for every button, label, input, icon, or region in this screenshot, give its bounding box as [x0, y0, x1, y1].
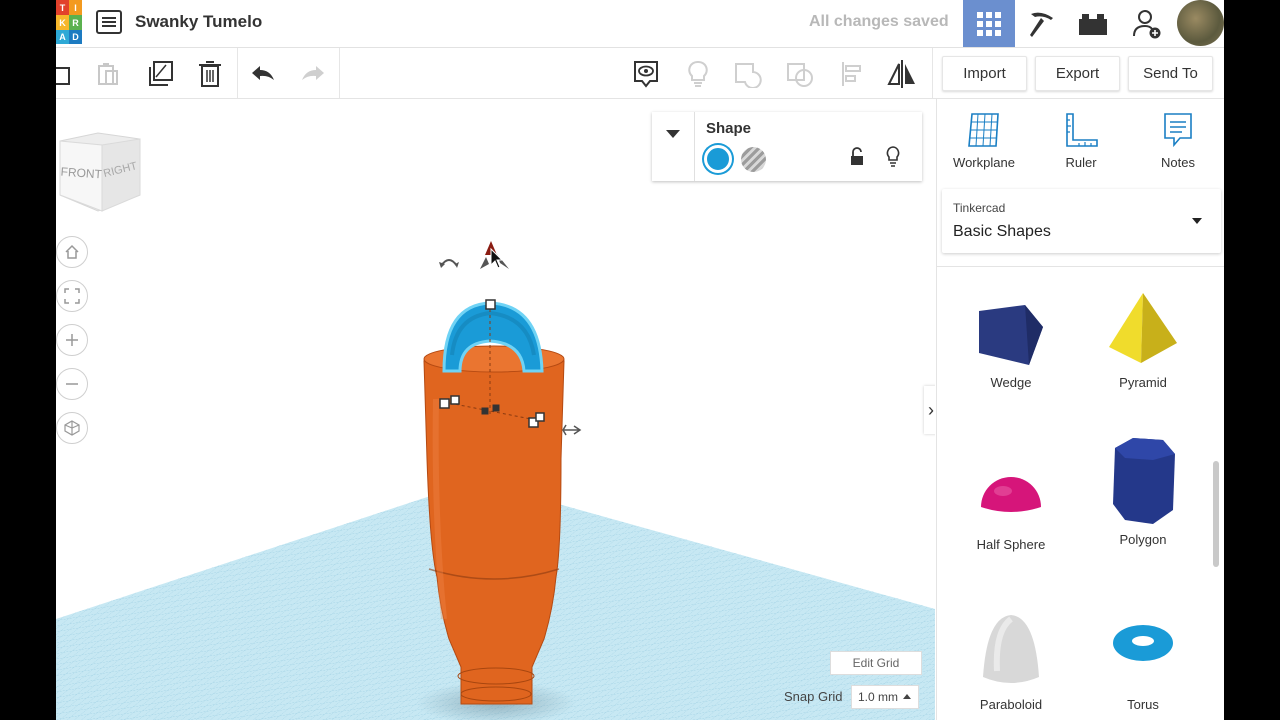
shape-label: Paraboloid: [979, 697, 1043, 712]
viewcube-front-label[interactable]: FRONT: [60, 165, 103, 182]
polygon-icon: [1113, 438, 1175, 524]
logo-letter: R: [69, 15, 82, 30]
ruler-icon: [1066, 113, 1098, 147]
mirror-icon[interactable]: [884, 56, 920, 92]
design-title[interactable]: Swanky Tumelo: [135, 12, 262, 32]
shape-inspector-title: Shape: [706, 120, 752, 137]
edit-toolbar: Import Export Send To: [56, 48, 1224, 99]
shape-label: Torus: [1127, 697, 1159, 712]
ruler-button[interactable]: Ruler: [1041, 111, 1121, 170]
wedge-icon: [979, 305, 1043, 365]
lock-icon[interactable]: [850, 147, 864, 167]
chevron-down-icon: [1192, 218, 1202, 224]
duplicate-icon[interactable]: [142, 56, 178, 92]
shape-wedge[interactable]: Wedge: [946, 289, 1076, 390]
shape-polygon[interactable]: Polygon: [1078, 434, 1208, 547]
library-name: Basic Shapes: [953, 223, 1051, 240]
tinkercad-app: T I K R A D Swanky Tumelo All changes sa…: [56, 0, 1224, 720]
notes-label: Notes: [1161, 155, 1195, 170]
design-list-button[interactable]: [96, 10, 122, 34]
ungroup-icon[interactable]: [782, 56, 818, 92]
copy-icon[interactable]: [56, 56, 80, 92]
shape-label: Polygon: [1119, 532, 1167, 547]
logo-letter: A: [56, 30, 69, 44]
shape-library-select[interactable]: Tinkercad Basic Shapes: [942, 189, 1221, 253]
show-hide-icon[interactable]: [628, 56, 664, 92]
fit-view-icon[interactable]: [56, 280, 88, 312]
shape-inspector: Shape: [652, 112, 922, 181]
zoom-out-icon[interactable]: [56, 368, 88, 400]
workplane-grid[interactable]: [56, 99, 935, 720]
group-icon[interactable]: [730, 56, 766, 92]
undo-icon[interactable]: [245, 56, 281, 92]
collapse-inspector-icon[interactable]: [666, 130, 680, 138]
paraboloid-icon: [983, 615, 1039, 683]
zoom-in-icon[interactable]: [56, 324, 88, 356]
delete-icon[interactable]: [192, 56, 228, 92]
snap-grid-value: 1.0 mm: [858, 690, 899, 704]
shape-paraboloid[interactable]: Paraboloid: [946, 611, 1076, 712]
shape-half-sphere[interactable]: Half Sphere: [946, 451, 1076, 552]
perspective-icon[interactable]: [56, 412, 88, 444]
logo-letter: D: [69, 30, 82, 44]
shape-torus[interactable]: Torus: [1078, 611, 1208, 712]
logo-letter: I: [69, 0, 82, 15]
solid-color-swatch[interactable]: [704, 145, 732, 173]
workplane-icon: [968, 113, 999, 147]
scale-arrow-icon[interactable]: [562, 424, 582, 436]
add-user-icon[interactable]: [1121, 0, 1173, 47]
view-cube[interactable]: FRONT RIGHT: [58, 131, 142, 217]
logo-letter: K: [56, 15, 69, 30]
pyramid-icon: [1109, 293, 1177, 363]
lightbulb-icon[interactable]: [680, 56, 716, 92]
notes-icon: [1164, 113, 1192, 148]
top-bar: T I K R A D Swanky Tumelo All changes sa…: [56, 0, 1224, 48]
panel-scrollbar[interactable]: [1213, 461, 1219, 567]
shape-label: Half Sphere: [976, 537, 1046, 552]
half-sphere-icon: [981, 477, 1041, 512]
library-source: Tinkercad: [953, 201, 1006, 215]
shape-pyramid[interactable]: Pyramid: [1078, 289, 1208, 390]
hole-swatch[interactable]: [741, 147, 766, 172]
rotate-handle-icon[interactable]: [439, 259, 459, 268]
shape-label: Pyramid: [1119, 375, 1167, 390]
snap-grid-select[interactable]: 1.0 mm: [851, 685, 919, 709]
torus-icon: [1113, 625, 1173, 661]
workplane-button[interactable]: Workplane: [944, 111, 1024, 170]
snap-grid-label: Snap Grid: [784, 689, 843, 704]
tinkercad-logo[interactable]: T I K R A D: [56, 0, 82, 44]
profile-avatar[interactable]: [1177, 0, 1224, 46]
shape-label: Wedge: [990, 375, 1032, 390]
ruler-label: Ruler: [1065, 155, 1097, 170]
import-button[interactable]: Import: [942, 56, 1027, 91]
grid-view-icon[interactable]: [963, 0, 1015, 47]
paste-icon[interactable]: [90, 56, 126, 92]
cursor-icon: [490, 247, 504, 269]
save-status: All changes saved: [809, 13, 949, 30]
notes-button[interactable]: Notes: [1138, 111, 1218, 170]
bricks-icon[interactable]: [1067, 0, 1119, 47]
3d-viewport[interactable]: FRONT RIGHT Shape › Edit Grid Snap Grid …: [56, 99, 935, 720]
collapse-panel-button[interactable]: ›: [924, 386, 935, 434]
redo-icon[interactable]: [295, 56, 331, 92]
edit-grid-button[interactable]: Edit Grid: [830, 651, 922, 675]
visibility-bulb-icon[interactable]: [885, 146, 901, 168]
send-to-button[interactable]: Send To: [1128, 56, 1213, 91]
pickaxe-icon[interactable]: [1015, 0, 1067, 47]
export-button[interactable]: Export: [1035, 56, 1120, 91]
home-view-icon[interactable]: [56, 236, 88, 268]
align-icon[interactable]: [834, 56, 870, 92]
right-panel: Workplane Ruler Notes Tinkercad Basic Sh…: [936, 99, 1224, 720]
workplane-label: Workplane: [953, 155, 1015, 170]
logo-letter: T: [56, 0, 69, 15]
chevron-up-icon: [903, 694, 911, 699]
